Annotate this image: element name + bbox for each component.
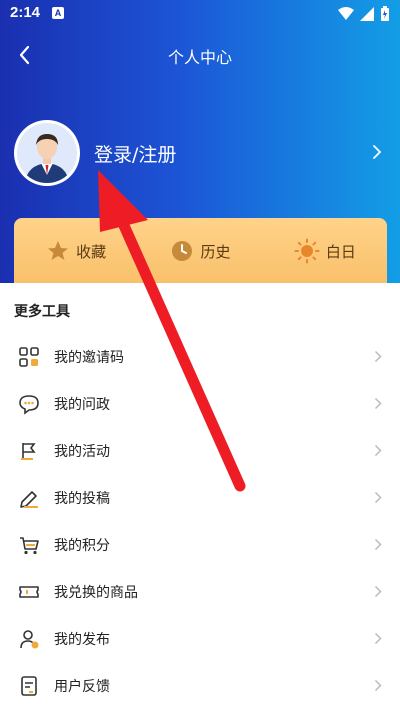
pencil-icon: [20, 491, 38, 508]
cart-icon: [20, 537, 39, 555]
chevron-right-icon: [374, 585, 382, 598]
signal-icon: [360, 7, 374, 21]
history-button[interactable]: 历史: [138, 218, 262, 284]
flag-icon: [21, 443, 36, 460]
tool-label: 我的邀请码: [54, 350, 124, 366]
tool-item-my-submissions[interactable]: 我的投稿: [0, 474, 400, 521]
chevron-right-icon: [374, 444, 382, 457]
chevron-right-icon: [373, 145, 382, 159]
login-row[interactable]: 登录/注册: [0, 118, 400, 190]
tool-label: 用户反馈: [54, 679, 110, 695]
chevron-right-icon: [374, 491, 382, 504]
login-register-link[interactable]: 登录/注册: [94, 140, 176, 167]
tool-item-my-inquiries[interactable]: 我的问政: [0, 380, 400, 427]
tool-label: 我的发布: [54, 632, 110, 648]
avatar[interactable]: [14, 120, 80, 186]
more-tools-title: 更多工具: [14, 304, 70, 320]
star-icon: [48, 241, 69, 260]
chevron-right-icon: [374, 679, 382, 692]
notification-app-icon: A: [52, 7, 64, 19]
feedback-icon: [21, 676, 37, 696]
clock-icon: [172, 241, 193, 261]
tool-label: 我的积分: [54, 538, 110, 554]
favorites-button[interactable]: 收藏: [14, 218, 138, 284]
user-avatar-icon: [17, 123, 77, 183]
user-check-icon: [20, 630, 39, 649]
status-bar: 2:14 A: [0, 0, 400, 28]
chevron-right-icon: [374, 397, 382, 410]
day-mode-label: 白日: [325, 242, 356, 261]
battery-icon: [381, 6, 389, 21]
tool-item-redeemed-goods[interactable]: 我兑换的商品: [0, 568, 400, 615]
day-mode-button[interactable]: 白日: [263, 218, 387, 284]
sun-icon: [294, 238, 320, 264]
tool-item-my-activities[interactable]: 我的活动: [0, 427, 400, 474]
status-time: 2:14: [10, 4, 41, 21]
tool-item-my-points[interactable]: 我的积分: [0, 521, 400, 568]
nav-bar: 个人中心: [0, 36, 400, 76]
grid-icon: [19, 347, 39, 367]
chevron-right-icon: [374, 632, 382, 645]
wifi-icon: [338, 7, 354, 20]
chat-icon: [19, 395, 39, 415]
tool-label: 我兑换的商品: [54, 585, 138, 601]
tool-label: 我的活动: [54, 444, 110, 460]
tool-item-user-feedback[interactable]: 用户反馈: [0, 662, 400, 709]
tool-label: 我的投稿: [54, 491, 110, 507]
chevron-right-icon: [374, 350, 382, 363]
ticket-icon: [19, 586, 39, 598]
history-label: 历史: [200, 242, 231, 261]
favorites-label: 收藏: [76, 242, 107, 261]
tool-label: 我的问政: [54, 397, 110, 413]
tool-item-invite-code[interactable]: 我的邀请码: [0, 333, 400, 380]
page-title: 个人中心: [167, 48, 232, 67]
quick-actions-card: 收藏 历史 白日: [14, 218, 387, 284]
tool-item-my-posts[interactable]: 我的发布: [0, 615, 400, 662]
chevron-right-icon: [374, 538, 382, 551]
status-icons: [338, 6, 390, 22]
tool-list: 我的邀请码 我的问政 我的活动 我的投稿 我的积分 我兑换的商品 我的发布 用户…: [0, 333, 400, 709]
more-tools-panel: 更多工具 我的邀请码 我的问政 我的活动 我的投稿 我的积分 我兑换的商品 我的…: [0, 283, 400, 712]
